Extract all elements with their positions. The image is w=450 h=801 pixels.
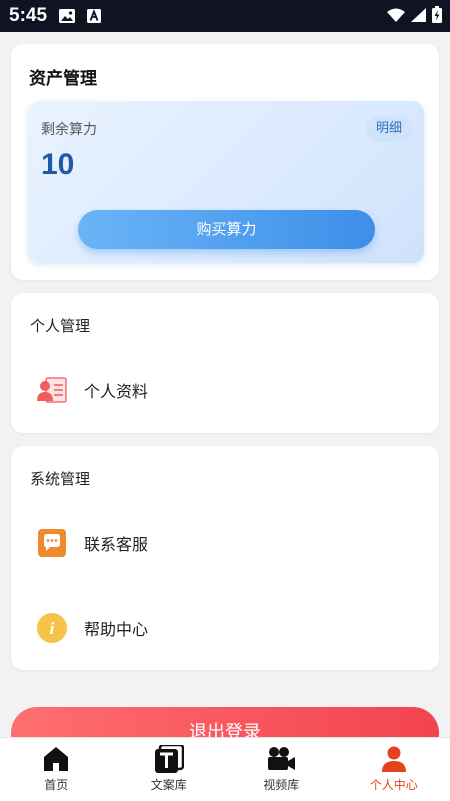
text-library-icon <box>154 745 184 773</box>
system-management-card: 系统管理 联系客服 i 帮助中心 <box>11 446 439 670</box>
menu-item-label: 联系客服 <box>84 531 148 555</box>
compute-balance-panel: 剩余算力 明细 10 购买算力 <box>28 101 424 263</box>
tab-label: 首页 <box>44 776 68 793</box>
remaining-compute-label: 剩余算力 <box>41 119 97 139</box>
menu-item-label: 个人资料 <box>84 378 148 402</box>
home-icon <box>43 745 69 773</box>
wifi-icon <box>387 7 405 26</box>
system-section-title: 系统管理 <box>30 468 90 489</box>
tab-text-library[interactable]: 文案库 <box>113 738 226 801</box>
battery-charging-icon <box>432 6 442 27</box>
personal-management-card: 个人管理 个人资料 <box>11 293 439 433</box>
detail-button[interactable]: 明细 <box>366 116 412 142</box>
bottom-tab-bar: 首页 文案库 视频库 个人中心 <box>0 737 450 801</box>
svg-text:i: i <box>50 619 55 638</box>
font-notification-icon <box>87 9 101 23</box>
remaining-compute-value: 10 <box>41 148 74 182</box>
menu-item-profile[interactable]: 个人资料 <box>11 365 439 415</box>
asset-management-card: 资产管理 剩余算力 明细 10 购买算力 <box>11 44 439 280</box>
chat-icon <box>37 528 67 558</box>
tab-label: 文案库 <box>151 776 187 793</box>
menu-item-help-center[interactable]: i 帮助中心 <box>11 603 439 653</box>
status-time: 5:45 <box>9 5 47 27</box>
buy-compute-button[interactable]: 购买算力 <box>78 210 375 249</box>
tab-home[interactable]: 首页 <box>0 738 113 801</box>
signal-icon <box>411 7 426 26</box>
status-bar: 5:45 <box>0 0 450 32</box>
personal-section-title: 个人管理 <box>30 315 90 336</box>
menu-item-label: 帮助中心 <box>84 616 148 640</box>
tab-label: 个人中心 <box>370 776 418 793</box>
tab-profile[interactable]: 个人中心 <box>338 738 450 801</box>
menu-item-customer-service[interactable]: 联系客服 <box>11 518 439 568</box>
gallery-notification-icon <box>59 9 75 23</box>
tab-label: 视频库 <box>263 776 299 793</box>
tab-video-library[interactable]: 视频库 <box>225 738 338 801</box>
profile-card-icon <box>37 375 67 405</box>
video-camera-icon <box>266 745 296 773</box>
person-icon <box>382 745 406 773</box>
asset-title: 资产管理 <box>29 64 97 89</box>
info-icon: i <box>37 613 67 643</box>
